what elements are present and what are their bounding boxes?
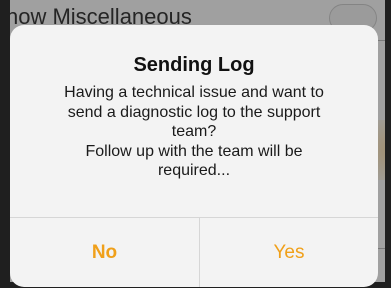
alert-message-line: Follow up with the team will be	[85, 142, 303, 160]
alert-content: Sending Log Having a technical issue and…	[10, 25, 378, 217]
alert-message-line: Having a technical issue and want to	[64, 84, 324, 101]
alert-title: Sending Log	[133, 54, 255, 76]
alert-dialog: Sending Log Having a technical issue and…	[10, 25, 378, 287]
window-frame-left	[0, 0, 10, 288]
no-button[interactable]: No	[10, 218, 199, 287]
alert-message-line: send a diagnostic log to the support	[67, 103, 321, 121]
window-frame-right	[385, 0, 391, 288]
alert-message-line: required...	[157, 162, 231, 179]
alert-message: Having a technical issue and want to sen…	[30, 83, 358, 181]
alert-message-line: team?	[171, 123, 217, 140]
yes-button[interactable]: Yes	[200, 218, 378, 287]
